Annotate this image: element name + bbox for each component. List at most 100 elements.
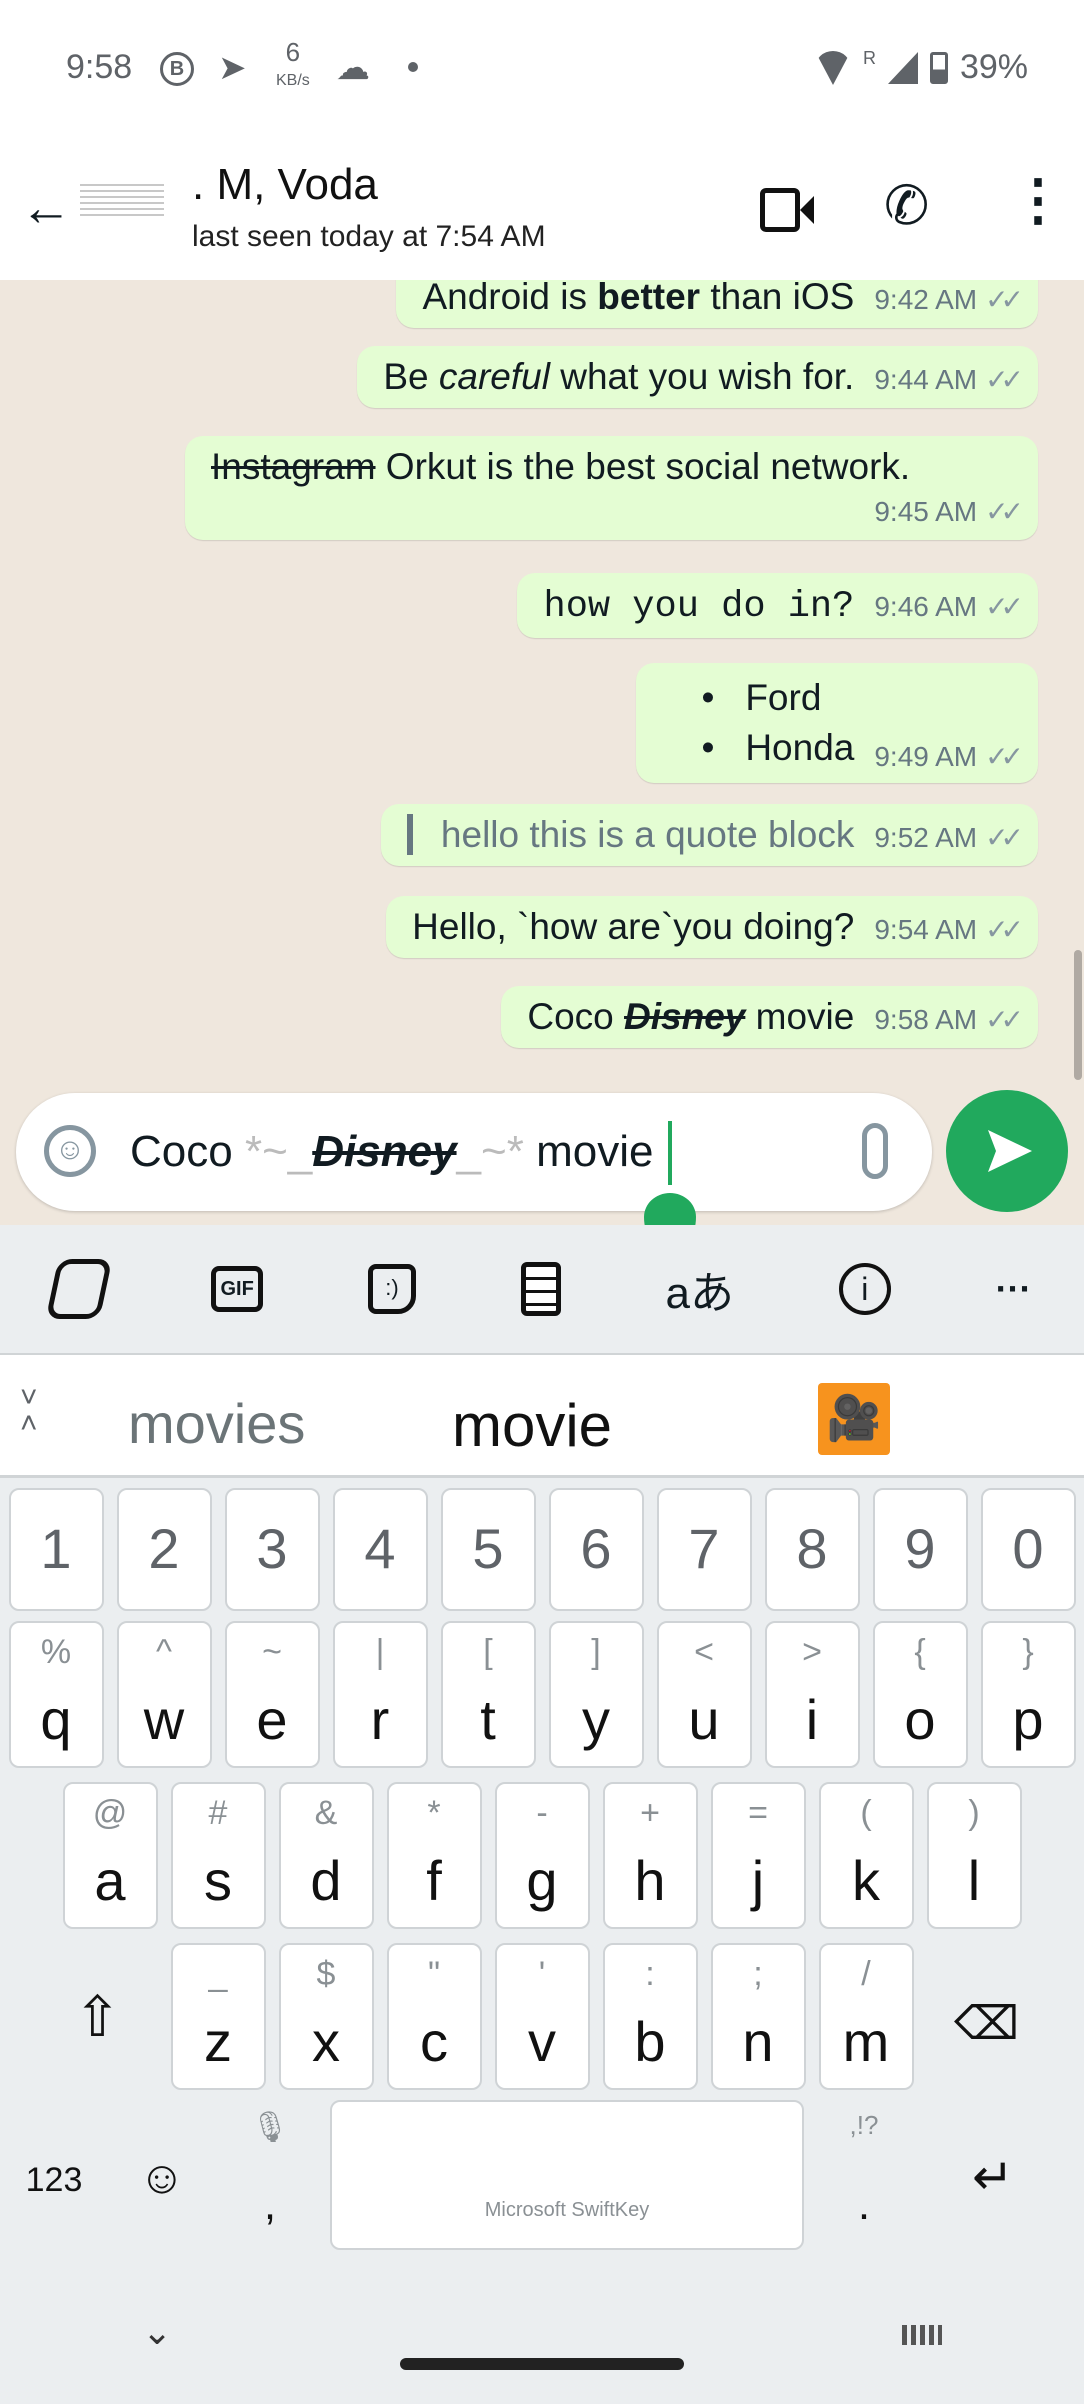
key-p[interactable]: } p bbox=[980, 1621, 1076, 1768]
message-monospace: how you do in? bbox=[543, 586, 855, 628]
key-g[interactable]: -g bbox=[494, 1782, 590, 1929]
comma-key[interactable]: 🎙, bbox=[216, 2100, 324, 2250]
key-w[interactable]: ^ w bbox=[116, 1621, 212, 1768]
keyboard-switch-icon[interactable] bbox=[902, 2325, 942, 2345]
message-time: 9:46 AM bbox=[874, 591, 978, 622]
enter-key[interactable]: ↵ bbox=[918, 2100, 1068, 2250]
message-input[interactable]: ☺ Coco *~_Disney_~* movie bbox=[16, 1093, 932, 1253]
gesture-handle[interactable] bbox=[400, 2358, 684, 2370]
info-icon[interactable]: i bbox=[838, 1263, 891, 1315]
message-bubble[interactable]: • Ford • Honda 9:49 AM ✓✓ bbox=[635, 663, 1038, 783]
contact-name[interactable]: . M, Voda bbox=[192, 160, 378, 210]
scrollbar[interactable] bbox=[1074, 950, 1082, 1080]
key-3[interactable]: 3 bbox=[224, 1488, 320, 1611]
key-alt-label: ' bbox=[538, 1955, 546, 1993]
key-s[interactable]: # s bbox=[170, 1782, 266, 1929]
key-h[interactable]: + h bbox=[602, 1782, 698, 1929]
mic-icon: 🎙 bbox=[250, 2111, 290, 2144]
key-1[interactable]: 1 bbox=[8, 1488, 104, 1611]
key-alt-label: > bbox=[802, 1633, 822, 1671]
more-options-icon[interactable]: ⋮ bbox=[1010, 170, 1066, 230]
avatar[interactable] bbox=[80, 180, 164, 220]
key-d[interactable]: & d bbox=[278, 1782, 374, 1929]
key-e[interactable]: ~ e bbox=[224, 1621, 320, 1768]
video-call-icon[interactable] bbox=[760, 188, 800, 232]
key-9[interactable]: 9 bbox=[872, 1488, 968, 1611]
key-a[interactable]: @ a bbox=[62, 1782, 158, 1929]
key-5[interactable]: 5 bbox=[440, 1488, 536, 1611]
suggestion-item[interactable]: movies bbox=[128, 1391, 305, 1456]
message-strike: Instagram bbox=[211, 446, 376, 487]
back-arrow-icon[interactable]: ← bbox=[20, 178, 72, 238]
key-4[interactable]: 4 bbox=[332, 1488, 428, 1611]
key-x[interactable]: $ x bbox=[278, 1943, 374, 2090]
read-ticks-icon: ✓✓ bbox=[985, 1004, 1024, 1035]
movie-camera-emoji-icon[interactable]: 🎥 bbox=[818, 1383, 890, 1455]
key-b[interactable]: :b bbox=[602, 1943, 698, 2090]
clipboard-icon[interactable] bbox=[520, 1262, 561, 1316]
key-n[interactable]: ; n bbox=[710, 1943, 806, 2090]
key-2[interactable]: 2 bbox=[116, 1488, 212, 1611]
key-i[interactable]: > i bbox=[764, 1621, 860, 1768]
key-o[interactable]: {o bbox=[872, 1621, 968, 1768]
suggestion-item[interactable]: movie bbox=[452, 1391, 612, 1460]
collapse-icon[interactable]: ˅ ˄ bbox=[20, 1383, 38, 1439]
key-label: h bbox=[634, 1849, 666, 1912]
key-0[interactable]: 0 bbox=[980, 1488, 1076, 1611]
emoji-key[interactable]: ☺ bbox=[108, 2100, 216, 2250]
key-r[interactable]: | r bbox=[332, 1621, 428, 1768]
format-marker: _~* bbox=[456, 1127, 524, 1176]
message-bubble[interactable]: Instagram Orkut is the best social netwo… bbox=[185, 436, 1038, 540]
emoji-icon[interactable]: ☺ bbox=[44, 1125, 96, 1177]
sticker-icon[interactable]: :) bbox=[367, 1264, 416, 1314]
key-label: x bbox=[312, 2010, 340, 2073]
key-8[interactable]: 8 bbox=[764, 1488, 860, 1611]
input-text[interactable]: Coco *~_Disney_~* movie bbox=[130, 1127, 653, 1177]
key-z[interactable]: _ z bbox=[170, 1943, 266, 2090]
key-v[interactable]: ' v bbox=[494, 1943, 590, 2090]
more-icon[interactable]: ··· bbox=[996, 1268, 1032, 1310]
key-row-1: % q ^ w ~ e | r[t] y < u > i{o} p bbox=[0, 1621, 1084, 1768]
key-7[interactable]: 7 bbox=[656, 1488, 752, 1611]
key-m[interactable]: / m bbox=[818, 1943, 914, 2090]
key-alt-label: * bbox=[427, 1794, 441, 1832]
copilot-icon[interactable] bbox=[46, 1259, 113, 1319]
message-text: Be bbox=[383, 356, 439, 397]
message-bubble[interactable]: hello this is a quote block 9:52 AM ✓✓ bbox=[380, 804, 1038, 866]
space-key[interactable]: Microsoft SwiftKey bbox=[330, 2100, 804, 2250]
key-label: k bbox=[852, 1849, 880, 1912]
key-f[interactable]: * f bbox=[386, 1782, 482, 1929]
translate-icon[interactable]: aあ bbox=[666, 1257, 734, 1321]
key-j[interactable]: = j bbox=[710, 1782, 806, 1929]
shift-key[interactable]: ⇧ bbox=[38, 1943, 158, 2090]
message-bubble[interactable]: Android is better than iOS 9:42 AM ✓✓ bbox=[396, 280, 1038, 328]
status-right: R 39% bbox=[814, 48, 1028, 87]
key-u[interactable]: < u bbox=[656, 1621, 752, 1768]
key-k[interactable]: (k bbox=[818, 1782, 914, 1929]
key-q[interactable]: % q bbox=[8, 1621, 104, 1768]
key-6[interactable]: 6 bbox=[548, 1488, 644, 1611]
key-alt-label: ~ bbox=[262, 1633, 282, 1671]
status-time: 9:58 bbox=[66, 48, 133, 86]
key-t[interactable]: [t bbox=[440, 1621, 536, 1768]
numbers-key[interactable]: 123 bbox=[0, 2100, 108, 2250]
message-bubble[interactable]: Coco Disney movie 9:58 AM ✓✓ bbox=[501, 986, 1038, 1048]
attach-icon[interactable] bbox=[862, 1123, 888, 1179]
message-bubble[interactable]: Be careful what you wish for. 9:44 AM ✓✓ bbox=[357, 346, 1038, 408]
gif-icon[interactable]: GIF bbox=[211, 1266, 264, 1312]
key-l[interactable]: ) l bbox=[926, 1782, 1022, 1929]
message-bubble[interactable]: how you do in? 9:46 AM ✓✓ bbox=[517, 573, 1038, 638]
hide-keyboard-icon[interactable]: ⌄ bbox=[142, 2311, 172, 2353]
period-key[interactable]: ,!?. bbox=[810, 2100, 918, 2250]
bullet-item: Honda bbox=[745, 727, 855, 768]
key-c[interactable]: " c bbox=[386, 1943, 482, 2090]
key-alt-label: % bbox=[40, 1633, 72, 1671]
key-y[interactable]: ] y bbox=[548, 1621, 644, 1768]
key-label: . bbox=[857, 2180, 871, 2229]
voice-call-icon[interactable]: ✆ bbox=[884, 174, 929, 237]
backspace-key[interactable]: ⌫ bbox=[927, 1943, 1047, 2090]
message-bubble[interactable]: Hello, `how are`you doing? 9:54 AM ✓✓ bbox=[386, 896, 1038, 958]
send-button[interactable] bbox=[946, 1090, 1068, 1212]
message-bold-italic-strike: Disney bbox=[624, 996, 746, 1037]
read-ticks-icon: ✓✓ bbox=[985, 496, 1024, 527]
